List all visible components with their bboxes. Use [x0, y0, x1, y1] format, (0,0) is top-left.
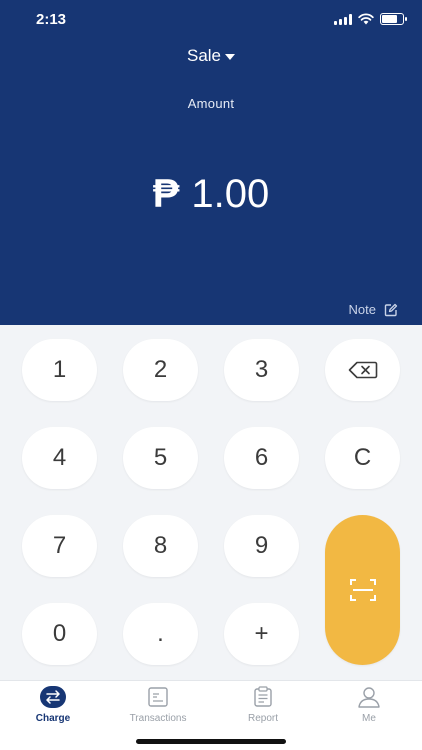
scan-icon [349, 579, 376, 601]
key-3[interactable]: 3 [224, 339, 299, 401]
transactions-icon [145, 685, 171, 709]
key-4[interactable]: 4 [22, 427, 97, 489]
key-2[interactable]: 2 [123, 339, 198, 401]
tab-transactions-label: Transactions [129, 713, 187, 724]
backspace-icon [348, 361, 377, 379]
edit-icon [384, 303, 398, 316]
header: 2:13 Sale Amount ₱ 1.00 Note [0, 0, 422, 325]
note-button[interactable]: Note [349, 302, 398, 317]
tab-transactions[interactable]: Transactions [113, 685, 203, 724]
battery-icon [380, 13, 407, 25]
key-5[interactable]: 5 [123, 427, 198, 489]
amount-display: ₱ 1.00 [0, 172, 422, 217]
tab-charge[interactable]: Charge [8, 685, 98, 724]
tab-report[interactable]: Report [218, 685, 308, 724]
key-9[interactable]: 9 [224, 515, 299, 577]
scan-button[interactable] [325, 515, 400, 665]
mode-selector[interactable]: Sale [0, 46, 422, 66]
tab-me[interactable]: Me [324, 685, 414, 724]
status-icons [334, 13, 407, 25]
key-6[interactable]: 6 [224, 427, 299, 489]
key-1[interactable]: 1 [22, 339, 97, 401]
tab-me-label: Me [362, 713, 376, 724]
signal-icon [334, 13, 352, 25]
amount-label: Amount [187, 96, 235, 111]
charge-icon [40, 685, 66, 709]
profile-icon [356, 685, 382, 709]
key-decimal[interactable]: . [123, 603, 198, 665]
home-indicator [136, 739, 286, 744]
tab-report-label: Report [247, 713, 278, 724]
key-7[interactable]: 7 [22, 515, 97, 577]
tab-charge-label: Charge [35, 713, 71, 724]
backspace-key[interactable] [325, 339, 400, 401]
note-label: Note [348, 302, 376, 317]
status-time: 2:13 [36, 11, 67, 28]
key-0[interactable]: 0 [22, 603, 97, 665]
keypad: 1 2 3 4 5 6 C 7 8 9 0 . + [0, 325, 422, 680]
currency-symbol: ₱ [152, 172, 180, 216]
caret-down-icon [225, 54, 236, 60]
mode-label: Sale [186, 46, 222, 65]
wifi-icon [358, 13, 374, 25]
report-icon [250, 685, 276, 709]
key-plus[interactable]: + [224, 603, 299, 665]
amount-value: 1.00 [191, 172, 270, 216]
key-8[interactable]: 8 [123, 515, 198, 577]
status-bar: 2:13 [0, 0, 422, 40]
clear-key[interactable]: C [325, 427, 400, 489]
